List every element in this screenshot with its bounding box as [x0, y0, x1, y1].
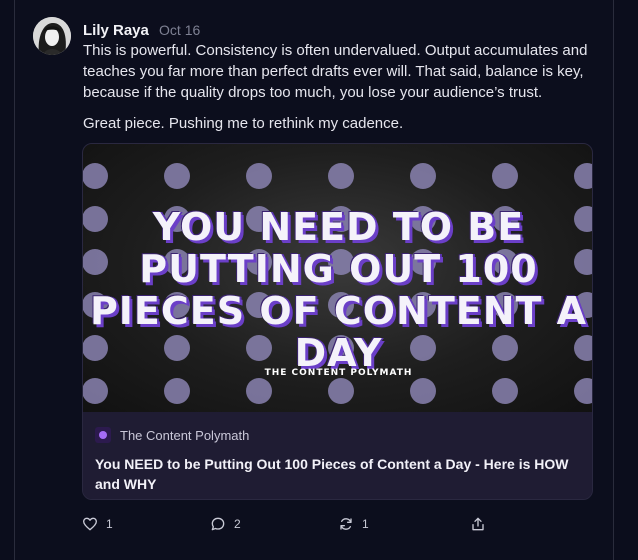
source-name: The Content Polymath: [120, 427, 250, 443]
post-paragraph: This is powerful. Consistency is often u…: [83, 42, 588, 101]
like-count: 1: [106, 517, 113, 531]
share-icon: [472, 517, 484, 531]
like-button[interactable]: 1: [82, 516, 113, 532]
speech-bubble-icon: [211, 517, 225, 531]
post-body: This is powerful. Consistency is often u…: [83, 40, 593, 144]
pattern-dot: [574, 378, 592, 404]
pattern-dot: [164, 378, 190, 404]
source-logo-icon: [95, 427, 111, 443]
link-preview-card[interactable]: YOU NEED TO BE PUTTING OUT 100 PIECES OF…: [82, 143, 593, 500]
image-caption: THE CONTENT POLYMATH: [264, 368, 413, 378]
pattern-dot: [246, 378, 272, 404]
reply-count: 2: [234, 517, 241, 531]
link-preview-image: YOU NEED TO BE PUTTING OUT 100 PIECES OF…: [83, 144, 592, 412]
link-title[interactable]: You NEED to be Putting Out 100 Pieces of…: [95, 454, 585, 494]
pattern-dot: [246, 163, 272, 189]
pattern-dot: [492, 163, 518, 189]
pattern-dot: [410, 378, 436, 404]
repost-button[interactable]: 1: [338, 516, 369, 532]
pattern-dot: [410, 163, 436, 189]
post-paragraph: Great piece. Pushing me to rethink my ca…: [83, 115, 404, 132]
pattern-dot: [328, 163, 354, 189]
repost-count: 1: [362, 517, 369, 531]
pattern-dot: [164, 163, 190, 189]
author-name[interactable]: Lily Raya: [83, 22, 149, 39]
link-source: The Content Polymath: [95, 427, 249, 443]
share-button[interactable]: [470, 516, 494, 532]
heart-icon: [83, 517, 97, 531]
post-header: Lily Raya Oct 16: [83, 20, 200, 41]
post-actions: 1 2 1: [0, 516, 638, 536]
author-avatar[interactable]: [33, 17, 71, 55]
pattern-dot: [574, 163, 592, 189]
post-date[interactable]: Oct 16: [159, 22, 200, 38]
pattern-dot: [83, 378, 108, 404]
pattern-dot: [83, 163, 108, 189]
pattern-dot: [492, 378, 518, 404]
link-preview-meta: The Content Polymath You NEED to be Putt…: [83, 412, 592, 499]
avatar-image: [33, 17, 71, 55]
image-headline: YOU NEED TO BE PUTTING OUT 100 PIECES OF…: [89, 205, 588, 375]
pattern-dot: [328, 378, 354, 404]
reply-button[interactable]: 2: [210, 516, 241, 532]
repost-arrows-icon: [340, 518, 352, 530]
